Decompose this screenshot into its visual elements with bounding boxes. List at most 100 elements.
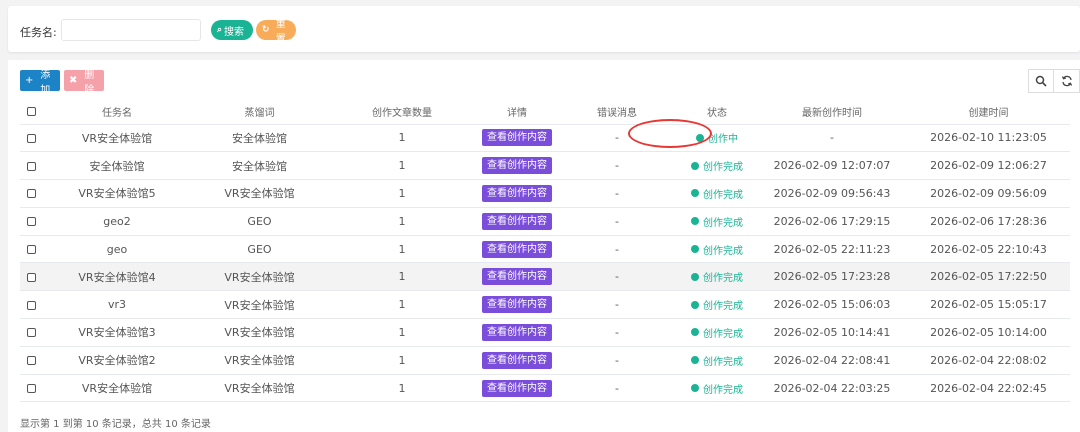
table-row[interactable]: VR安全体验馆4 VR安全体验馆 1 查看创作内容 - 创作完成 2026-02-05 17… xyxy=(20,262,1070,292)
status-label: 创作完成 xyxy=(703,301,743,313)
column-header[interactable]: 最新创作时间 xyxy=(757,100,907,125)
row-checkbox[interactable] xyxy=(26,161,36,171)
view-content-button[interactable]: 查看创作内容 xyxy=(482,184,552,202)
view-content-button[interactable]: 查看创作内容 xyxy=(482,268,552,286)
status-label: 创作完成 xyxy=(703,217,743,229)
delete-button[interactable]: ✖ 删除 xyxy=(64,70,104,96)
view-content-button[interactable]: 查看创作内容 xyxy=(482,379,552,397)
row-select-cell xyxy=(20,151,42,181)
table-row[interactable]: VR安全体验馆3 VR安全体验馆 1 查看创作内容 - 创作完成 2026-02-05 10… xyxy=(20,318,1070,347)
status-label: 创作完成 xyxy=(703,162,743,174)
status-dot-icon xyxy=(691,272,699,281)
row-checkbox[interactable] xyxy=(26,328,36,338)
article-count-cell: 1 xyxy=(327,179,477,208)
keyword-cell: VR安全体验馆 xyxy=(192,346,327,375)
latest-time-cell: 2026-02-09 12:07:07 xyxy=(757,151,907,181)
latest-time-cell: 2026-02-04 22:03:25 xyxy=(757,374,907,403)
table-row[interactable]: 安全体验馆 安全体验馆 1 查看创作内容 - 创作完成 2026-02-09 12:07:0… xyxy=(20,151,1070,181)
detail-cell: 查看创作内容 xyxy=(477,290,557,320)
keyword-cell: VR安全体验馆 xyxy=(192,262,327,292)
view-content-button[interactable]: 查看创作内容 xyxy=(482,323,552,341)
main-panel: + 添加 ✖ 删除 任务名 蒸馏词 创作文章数量 详情 错误消息 状态 最新创作… xyxy=(8,60,1080,432)
select-all-checkbox[interactable] xyxy=(26,106,36,116)
row-checkbox[interactable] xyxy=(26,245,36,255)
latest-time-cell: 2026-02-05 10:14:41 xyxy=(757,318,907,347)
task-name-cell: geo xyxy=(42,235,192,264)
reset-button[interactable]: ↻ 重置 xyxy=(256,19,296,45)
column-header[interactable]: 蒸馏词 xyxy=(192,100,327,125)
table-row[interactable]: geo GEO 1 查看创作内容 - 创作完成 2026-02-05 22:11:23 202… xyxy=(20,235,1070,264)
view-content-button[interactable]: 查看创作内容 xyxy=(482,240,552,258)
column-header[interactable]: 任务名 xyxy=(42,100,192,125)
table-row[interactable]: VR安全体验馆2 VR安全体验馆 1 查看创作内容 - 创作完成 2026-02-04 22… xyxy=(20,346,1070,375)
view-content-button[interactable]: 查看创作内容 xyxy=(482,212,552,230)
created-time-cell: 2026-02-09 09:56:09 xyxy=(907,179,1070,208)
search-icon: ⌕ xyxy=(217,25,223,35)
column-header[interactable]: 详情 xyxy=(477,100,557,125)
keyword-cell: GEO xyxy=(192,207,327,236)
task-name-cell: vr3 xyxy=(42,290,192,320)
article-count-cell: 1 xyxy=(327,262,477,292)
status-dot-icon xyxy=(696,133,704,142)
status-cell: 创作完成 xyxy=(677,346,757,375)
status-badge: 创作完成 xyxy=(691,242,743,257)
error-message-cell: - xyxy=(557,124,677,153)
table-row[interactable]: VR安全体验馆 安全体验馆 1 查看创作内容 - 创作中 -2026-02-10 11:23… xyxy=(20,124,1070,153)
column-header[interactable]: 创建时间 xyxy=(907,100,1070,125)
row-select-cell xyxy=(20,207,42,236)
status-label: 创作中 xyxy=(708,134,738,146)
table-row[interactable]: VR安全体验馆 VR安全体验馆 1 查看创作内容 - 创作完成 2026-02-04 22:… xyxy=(20,374,1070,403)
task-name-input[interactable] xyxy=(61,19,201,41)
error-message-cell: - xyxy=(557,318,677,347)
pagination-info: 显示第 1 到第 10 条记录，总共 10 条记录 xyxy=(20,419,211,430)
table-row[interactable]: VR安全体验馆5 VR安全体验馆 1 查看创作内容 - 创作完成 2026-02-09 09… xyxy=(20,179,1070,208)
view-content-button[interactable]: 查看创作内容 xyxy=(482,296,552,314)
column-header[interactable]: 创作文章数量 xyxy=(327,100,477,125)
table-row[interactable]: geo2 GEO 1 查看创作内容 - 创作完成 2026-02-06 17:29:15 20… xyxy=(20,207,1070,236)
view-content-button[interactable]: 查看创作内容 xyxy=(482,157,552,175)
created-time-cell: 2026-02-04 22:08:02 xyxy=(907,346,1070,375)
keyword-cell: VR安全体验馆 xyxy=(192,318,327,347)
latest-time-cell: 2026-02-05 22:11:23 xyxy=(757,235,907,264)
row-checkbox[interactable] xyxy=(26,356,36,366)
table-refresh-button[interactable] xyxy=(1054,69,1080,93)
table-search-button[interactable] xyxy=(1028,69,1054,93)
row-select-cell xyxy=(20,290,42,320)
status-dot-icon xyxy=(691,217,699,226)
row-checkbox[interactable] xyxy=(26,300,36,310)
refresh-icon xyxy=(1061,75,1072,87)
row-select-cell xyxy=(20,179,42,208)
search-icon xyxy=(1035,75,1047,87)
error-message-cell: - xyxy=(557,207,677,236)
status-cell: 创作完成 xyxy=(677,374,757,403)
status-dot-icon xyxy=(691,300,699,309)
task-name-cell: VR安全体验馆3 xyxy=(42,318,192,347)
row-select-cell xyxy=(20,318,42,347)
row-checkbox[interactable] xyxy=(26,272,36,282)
search-button[interactable]: ⌕ 搜索 xyxy=(211,20,253,40)
status-dot-icon xyxy=(691,328,699,337)
table-row[interactable]: vr3 VR安全体验馆 1 查看创作内容 - 创作完成 2026-02-05 15:06:0… xyxy=(20,290,1070,320)
task-table: 任务名 蒸馏词 创作文章数量 详情 错误消息 状态 最新创作时间 创建时间 VR… xyxy=(20,100,1070,403)
detail-cell: 查看创作内容 xyxy=(477,374,557,403)
detail-cell: 查看创作内容 xyxy=(477,318,557,347)
row-select-cell xyxy=(20,124,42,153)
row-checkbox[interactable] xyxy=(26,133,36,143)
view-content-button[interactable]: 查看创作内容 xyxy=(482,129,552,147)
column-header[interactable]: 状态 xyxy=(677,100,757,125)
error-message-cell: - xyxy=(557,235,677,264)
view-content-button[interactable]: 查看创作内容 xyxy=(482,351,552,369)
table-header-row: 任务名 蒸馏词 创作文章数量 详情 错误消息 状态 最新创作时间 创建时间 xyxy=(20,100,1070,125)
status-badge: 创作完成 xyxy=(691,381,743,396)
row-checkbox[interactable] xyxy=(26,384,36,394)
row-checkbox[interactable] xyxy=(26,217,36,227)
error-message-cell: - xyxy=(557,262,677,292)
row-checkbox[interactable] xyxy=(26,189,36,199)
close-icon: ✖ xyxy=(69,75,78,86)
add-button[interactable]: + 添加 xyxy=(20,70,60,96)
select-all-cell xyxy=(20,100,42,125)
status-badge: 创作完成 xyxy=(691,158,743,173)
column-header[interactable]: 错误消息 xyxy=(557,100,677,125)
latest-time-cell: 2026-02-05 15:06:03 xyxy=(757,290,907,320)
task-name-cell: VR安全体验馆5 xyxy=(42,179,192,208)
